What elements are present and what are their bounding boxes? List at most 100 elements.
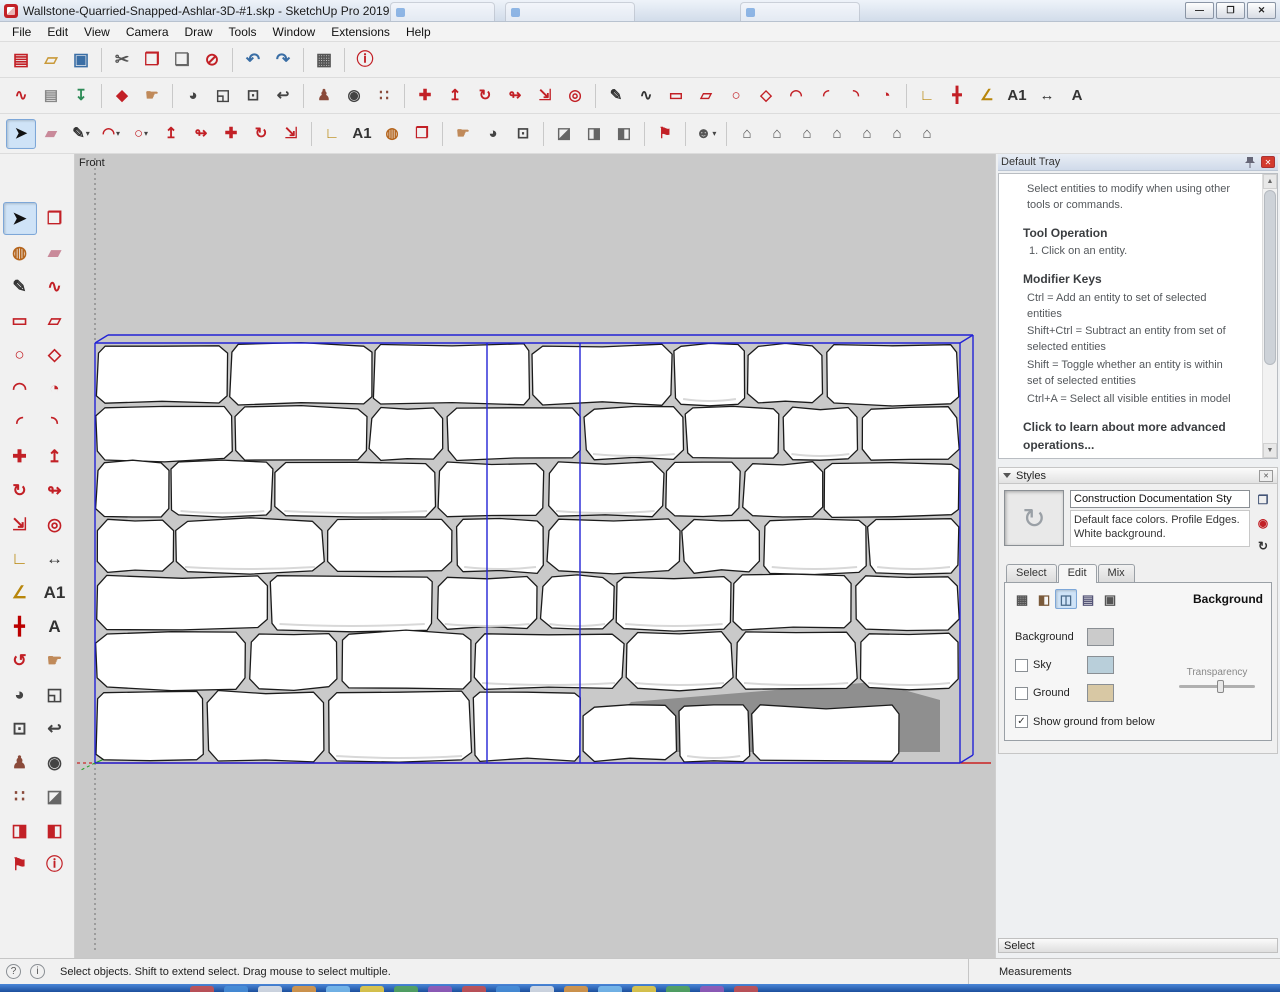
taskbar-item[interactable] bbox=[666, 986, 690, 992]
three-point-arc-button[interactable]: ◝ bbox=[841, 81, 871, 111]
view-right-button[interactable]: ⌂ bbox=[822, 119, 852, 149]
new-document-button[interactable]: ▤ bbox=[6, 45, 36, 75]
view-top-button[interactable]: ⌂ bbox=[762, 119, 792, 149]
pan-tool-button[interactable]: ☛ bbox=[38, 644, 72, 677]
move-tool-button[interactable]: ✚ bbox=[216, 119, 246, 149]
color-swatch[interactable] bbox=[1087, 656, 1114, 674]
taskbar-item[interactable] bbox=[598, 986, 622, 992]
view-iso-button[interactable]: ⌂ bbox=[732, 119, 762, 149]
taskbar-item[interactable] bbox=[258, 986, 282, 992]
image-button[interactable]: ▤ bbox=[36, 81, 66, 111]
account-button[interactable]: ☻ bbox=[691, 119, 721, 149]
taskbar-item[interactable] bbox=[462, 986, 486, 992]
menu-item[interactable]: Help bbox=[398, 23, 439, 41]
update-style-button[interactable]: ↻ bbox=[1255, 538, 1271, 554]
polygon-tool-button[interactable]: ◇ bbox=[38, 338, 72, 371]
redo-button[interactable]: ↷ bbox=[268, 45, 298, 75]
orbit-tool-button[interactable]: ↺ bbox=[3, 644, 37, 677]
follow-me-tool-button[interactable]: ↬ bbox=[38, 474, 72, 507]
color-swatch[interactable] bbox=[1087, 628, 1114, 646]
taskbar-item[interactable] bbox=[632, 986, 656, 992]
dimension-button[interactable]: ↔ bbox=[1032, 81, 1062, 111]
add-location-button[interactable]: ⚑ bbox=[3, 848, 37, 881]
scale-tool-button[interactable]: ⇲ bbox=[276, 119, 306, 149]
follow-me-button[interactable]: ↬ bbox=[500, 81, 530, 111]
slider-thumb[interactable] bbox=[1217, 680, 1224, 693]
menu-item[interactable]: Tools bbox=[221, 23, 265, 41]
freehand-curve-button[interactable]: ∿ bbox=[6, 81, 36, 111]
arc-tool-button[interactable]: ◠ bbox=[3, 372, 37, 405]
face-settings-button[interactable]: ◧ bbox=[1033, 589, 1055, 609]
model-canvas[interactable] bbox=[75, 154, 995, 958]
two-point-arc-tool-button[interactable]: ◜ bbox=[3, 406, 37, 439]
pan-button[interactable]: ☛ bbox=[137, 81, 167, 111]
3d-text-tool-button[interactable]: A bbox=[38, 610, 72, 643]
push-pull-button[interactable]: ↥ bbox=[440, 81, 470, 111]
undo-button[interactable]: ↶ bbox=[238, 45, 268, 75]
show-ground-checkbox[interactable] bbox=[1015, 715, 1028, 728]
create-style-button[interactable]: ◉ bbox=[1255, 515, 1271, 531]
styles-close-button[interactable] bbox=[1259, 469, 1273, 482]
text-tool-button[interactable]: A1 bbox=[347, 119, 377, 149]
scroll-down-icon[interactable] bbox=[1263, 443, 1277, 458]
secondary-pane-button[interactable]: ❐ bbox=[1255, 492, 1271, 508]
style-name-input[interactable] bbox=[1070, 490, 1250, 508]
rotate-tool-button[interactable]: ↻ bbox=[3, 474, 37, 507]
save-button[interactable]: ▣ bbox=[66, 45, 96, 75]
select-tool-button[interactable]: ➤ bbox=[6, 118, 36, 149]
menu-item[interactable]: View bbox=[76, 23, 118, 41]
modeling-settings-button[interactable]: ▣ bbox=[1099, 589, 1121, 609]
zoom-tool-button[interactable]: ◕ bbox=[478, 119, 508, 149]
paint-bucket-button[interactable]: ◍ bbox=[377, 119, 407, 149]
view-bottom-button[interactable]: ⌂ bbox=[912, 119, 942, 149]
text-tool-button[interactable]: A1 bbox=[38, 576, 72, 609]
section-plane-button[interactable]: ◪ bbox=[549, 119, 579, 149]
taskbar-item[interactable] bbox=[734, 986, 758, 992]
zoom-extents-tool-button[interactable]: ⊡ bbox=[508, 119, 538, 149]
zoom-previous-tool-button[interactable]: ↩ bbox=[38, 712, 72, 745]
style-thumbnail[interactable]: ↻ bbox=[1004, 490, 1064, 546]
zoom-button[interactable]: ◕ bbox=[178, 81, 208, 111]
taskbar-item[interactable] bbox=[428, 986, 452, 992]
edge-settings-button[interactable]: ▦ bbox=[1011, 589, 1033, 609]
close-button[interactable]: ✕ bbox=[1247, 2, 1276, 19]
transparency-slider[interactable] bbox=[1179, 680, 1255, 693]
zoom-extents-tool-button[interactable]: ⊡ bbox=[3, 712, 37, 745]
three-point-arc-tool-button[interactable]: ◝ bbox=[38, 406, 72, 439]
rectangle-button[interactable]: ▭ bbox=[661, 81, 691, 111]
zoom-tool-button[interactable]: ◕ bbox=[3, 678, 37, 711]
measurements-input[interactable] bbox=[1071, 962, 1280, 981]
instructor-scrollbar[interactable] bbox=[1262, 174, 1277, 458]
tape-measure-button[interactable]: ∟ bbox=[912, 81, 942, 111]
scale-tool-button[interactable]: ⇲ bbox=[3, 508, 37, 541]
circle-button[interactable]: ○ bbox=[721, 81, 751, 111]
axes-button[interactable]: ╋ bbox=[942, 81, 972, 111]
pie-button[interactable]: ◔ bbox=[871, 81, 901, 111]
dimension-tool-button[interactable]: ↔ bbox=[38, 542, 72, 575]
line-button[interactable]: ✎ bbox=[601, 81, 631, 111]
info-status-button[interactable]: i bbox=[30, 964, 45, 979]
rotated-rectangle-button[interactable]: ▱ bbox=[691, 81, 721, 111]
position-camera-tool-button[interactable]: ♟ bbox=[3, 746, 37, 779]
walk-button[interactable]: ∷ bbox=[369, 81, 399, 111]
make-component-button[interactable]: ❐ bbox=[38, 202, 72, 235]
help-status-button[interactable]: ? bbox=[6, 964, 21, 979]
menu-item[interactable]: Draw bbox=[177, 23, 221, 41]
taskbar-item[interactable] bbox=[530, 986, 554, 992]
menu-item[interactable]: Window bbox=[265, 23, 324, 41]
geo-location-button[interactable]: ⚑ bbox=[650, 119, 680, 149]
watermark-settings-button[interactable]: ▤ bbox=[1077, 589, 1099, 609]
open-button[interactable]: ▱ bbox=[36, 45, 66, 75]
taskbar-item[interactable] bbox=[190, 986, 214, 992]
follow-me-tool-button[interactable]: ↬ bbox=[186, 119, 216, 149]
make-component-button[interactable]: ❐ bbox=[407, 119, 437, 149]
taskbar-item[interactable] bbox=[700, 986, 724, 992]
view-left-button[interactable]: ⌂ bbox=[882, 119, 912, 149]
freehand-button[interactable]: ∿ bbox=[631, 81, 661, 111]
background-settings-button[interactable]: ◫ bbox=[1055, 589, 1077, 609]
erase-button[interactable]: ⊘ bbox=[197, 45, 227, 75]
move-tool-button[interactable]: ✚ bbox=[3, 440, 37, 473]
scroll-up-icon[interactable] bbox=[1263, 174, 1277, 189]
restore-button[interactable]: ❐ bbox=[1216, 2, 1245, 19]
zoom-window-button[interactable]: ◱ bbox=[208, 81, 238, 111]
